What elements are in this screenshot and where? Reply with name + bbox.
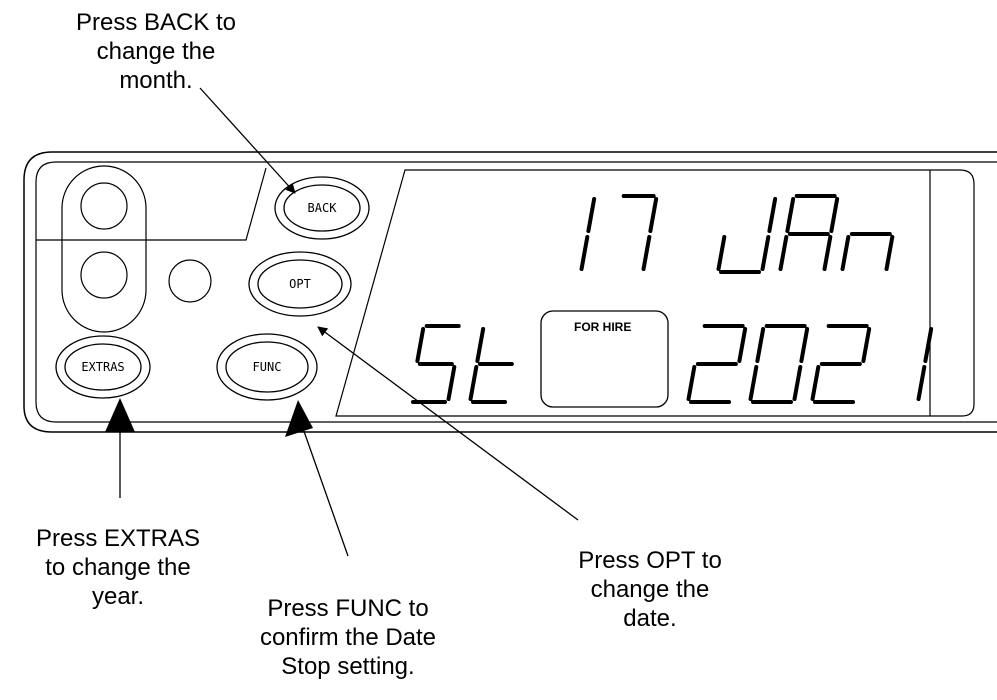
extras-button-label: EXTRAS xyxy=(81,360,124,374)
opt-button-label: OPT xyxy=(289,277,311,291)
opt-button[interactable]: OPT xyxy=(248,251,352,317)
seven-seg-char xyxy=(810,324,872,404)
segment-b xyxy=(861,327,872,363)
segment-b xyxy=(829,197,840,233)
seven-seg-char xyxy=(686,324,748,404)
segment-b xyxy=(586,197,597,233)
segment-e xyxy=(716,235,727,271)
seven-seg-char xyxy=(748,324,810,404)
segment-e xyxy=(778,235,789,271)
seven-seg-char xyxy=(916,327,934,401)
segment-c xyxy=(760,235,771,271)
seven-seg-char xyxy=(840,232,895,271)
func-button[interactable]: FUNC xyxy=(216,333,318,401)
segment-c xyxy=(446,365,457,401)
display-month xyxy=(716,194,895,274)
middle-round-button[interactable] xyxy=(168,259,212,303)
for-hire-label: FOR HIRE xyxy=(574,320,631,334)
segment-f xyxy=(475,327,486,363)
segment-e xyxy=(840,235,851,271)
segment-e xyxy=(810,365,821,401)
segment-e xyxy=(748,365,759,401)
segment-b xyxy=(648,197,659,233)
upper-round-button[interactable] xyxy=(80,182,128,230)
arrow-back xyxy=(199,87,296,194)
display-mode xyxy=(411,324,514,404)
segment-e xyxy=(686,365,697,401)
segment-c xyxy=(641,235,652,271)
display-year xyxy=(686,324,934,404)
segment-f xyxy=(755,327,766,363)
display-day xyxy=(579,194,659,271)
segment-c xyxy=(884,235,895,271)
segment-e xyxy=(468,365,479,401)
for-hire-sign: FOR HIRE xyxy=(540,310,669,408)
lower-round-button[interactable] xyxy=(80,251,128,299)
segment-f xyxy=(785,197,796,233)
segment-b xyxy=(767,197,778,233)
segment-b xyxy=(737,327,748,363)
arrow-opt xyxy=(317,326,579,521)
seven-seg-char xyxy=(621,194,659,271)
segment-b xyxy=(799,327,810,363)
meter-body xyxy=(23,151,997,433)
seven-seg-char xyxy=(778,194,840,271)
arrow-extras-head xyxy=(105,398,135,432)
arrows xyxy=(105,87,579,557)
segment-c xyxy=(916,365,927,401)
seven-seg-char xyxy=(468,327,514,404)
seven-seg-char xyxy=(579,197,597,271)
taxi-meter-diagram: BACK OPT EXTRAS FUNC FOR HIRE xyxy=(23,87,997,557)
seven-seg-char xyxy=(411,324,461,404)
segment-c xyxy=(822,235,833,271)
func-button-label: FUNC xyxy=(253,360,282,374)
arrow-func xyxy=(299,419,349,557)
segment-f xyxy=(415,327,426,363)
back-button-label: BACK xyxy=(308,201,338,215)
segment-c xyxy=(792,365,803,401)
left-control-pill xyxy=(61,165,147,333)
extras-button[interactable]: EXTRAS xyxy=(55,335,151,399)
segment-c xyxy=(579,235,590,271)
seven-seg-char xyxy=(716,197,778,274)
